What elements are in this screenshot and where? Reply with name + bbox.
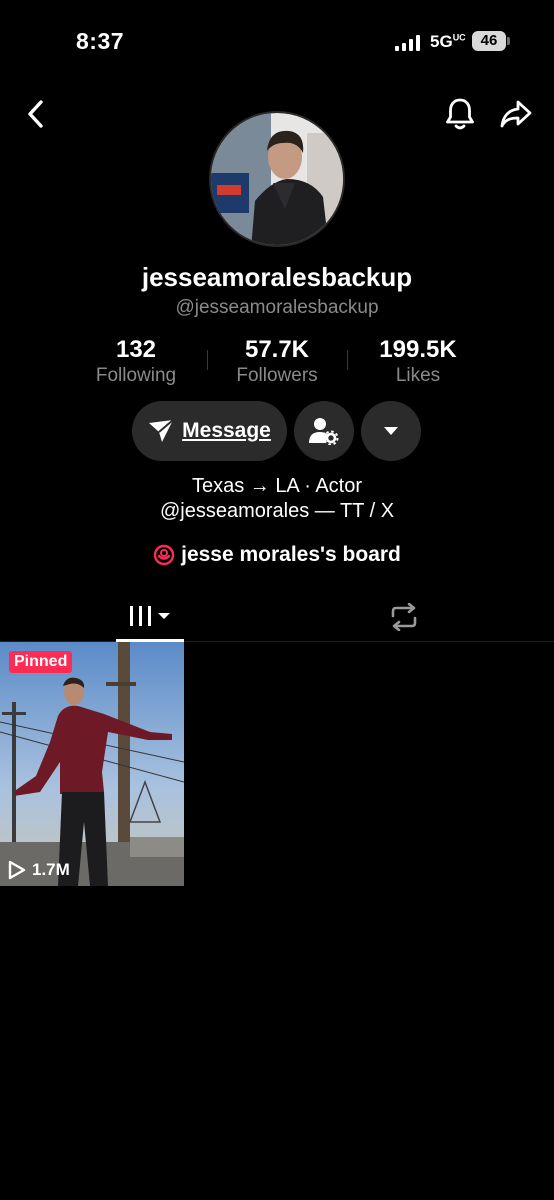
board-link[interactable]: jesse morales's board — [0, 543, 554, 567]
status-bar: 8:37 5GUC 46 — [0, 0, 554, 84]
clock: 8:37 — [76, 28, 125, 54]
bio: Texas → LA · Actor @jesseamorales — TT /… — [0, 474, 554, 524]
send-icon — [149, 419, 174, 442]
network-indicator: 5GUC — [430, 32, 466, 51]
profile-actions: Message — [0, 401, 554, 461]
likes-label: Likes — [395, 365, 441, 386]
profile-stats: 132 Following 57.7K Followers 199.5K Lik… — [0, 336, 554, 388]
share-arrow-icon — [500, 100, 532, 128]
battery-level: 46 — [472, 31, 506, 51]
message-button[interactable]: Message — [132, 401, 287, 461]
stat-likes[interactable]: 199.5K Likes — [338, 336, 498, 387]
tab-videos[interactable] — [116, 592, 184, 642]
chevron-left-icon — [28, 100, 43, 128]
friend-settings-button[interactable] — [294, 401, 354, 461]
view-count-value: 1.7M — [32, 860, 70, 879]
following-label: Following — [95, 365, 177, 386]
board-icon — [153, 544, 175, 566]
video-thumbnail-image — [0, 642, 184, 886]
video-thumbnail[interactable] — [0, 642, 184, 886]
followers-count: 57.7K — [244, 336, 310, 363]
tab-reposts[interactable] — [370, 592, 438, 642]
notifications-button[interactable] — [442, 96, 478, 132]
bio-link[interactable]: @jesseamorales — TT / X — [0, 499, 554, 524]
content-tabs — [0, 592, 554, 642]
more-options-button[interactable] — [361, 401, 421, 461]
display-name: jesseamoralesbackup — [141, 262, 413, 292]
bell-icon — [446, 98, 474, 130]
username: @jesseamoralesbackup — [175, 297, 379, 318]
grid-icon — [130, 605, 170, 626]
share-button[interactable] — [498, 96, 534, 132]
caret-down-icon — [384, 427, 398, 435]
stat-followers[interactable]: 57.7K Followers — [197, 336, 357, 387]
likes-count: 199.5K — [379, 336, 457, 363]
profile-photo — [211, 113, 343, 245]
stat-following[interactable]: 132 Following — [56, 336, 216, 387]
play-icon — [8, 860, 26, 880]
message-label: Message — [182, 419, 271, 442]
view-count: 1.7M — [8, 860, 70, 880]
followers-label: Followers — [236, 365, 318, 386]
repost-icon — [391, 603, 417, 631]
board-label: jesse morales's board — [181, 543, 401, 566]
person-gear-icon — [309, 418, 339, 445]
bio-line: Texas → LA · Actor — [191, 475, 363, 497]
avatar[interactable] — [209, 111, 345, 247]
following-count: 132 — [115, 336, 157, 363]
pinned-badge: Pinned — [9, 651, 73, 673]
back-button[interactable] — [18, 96, 54, 132]
signal-bars-icon — [395, 35, 420, 51]
battery-icon: 46 — [472, 31, 510, 51]
